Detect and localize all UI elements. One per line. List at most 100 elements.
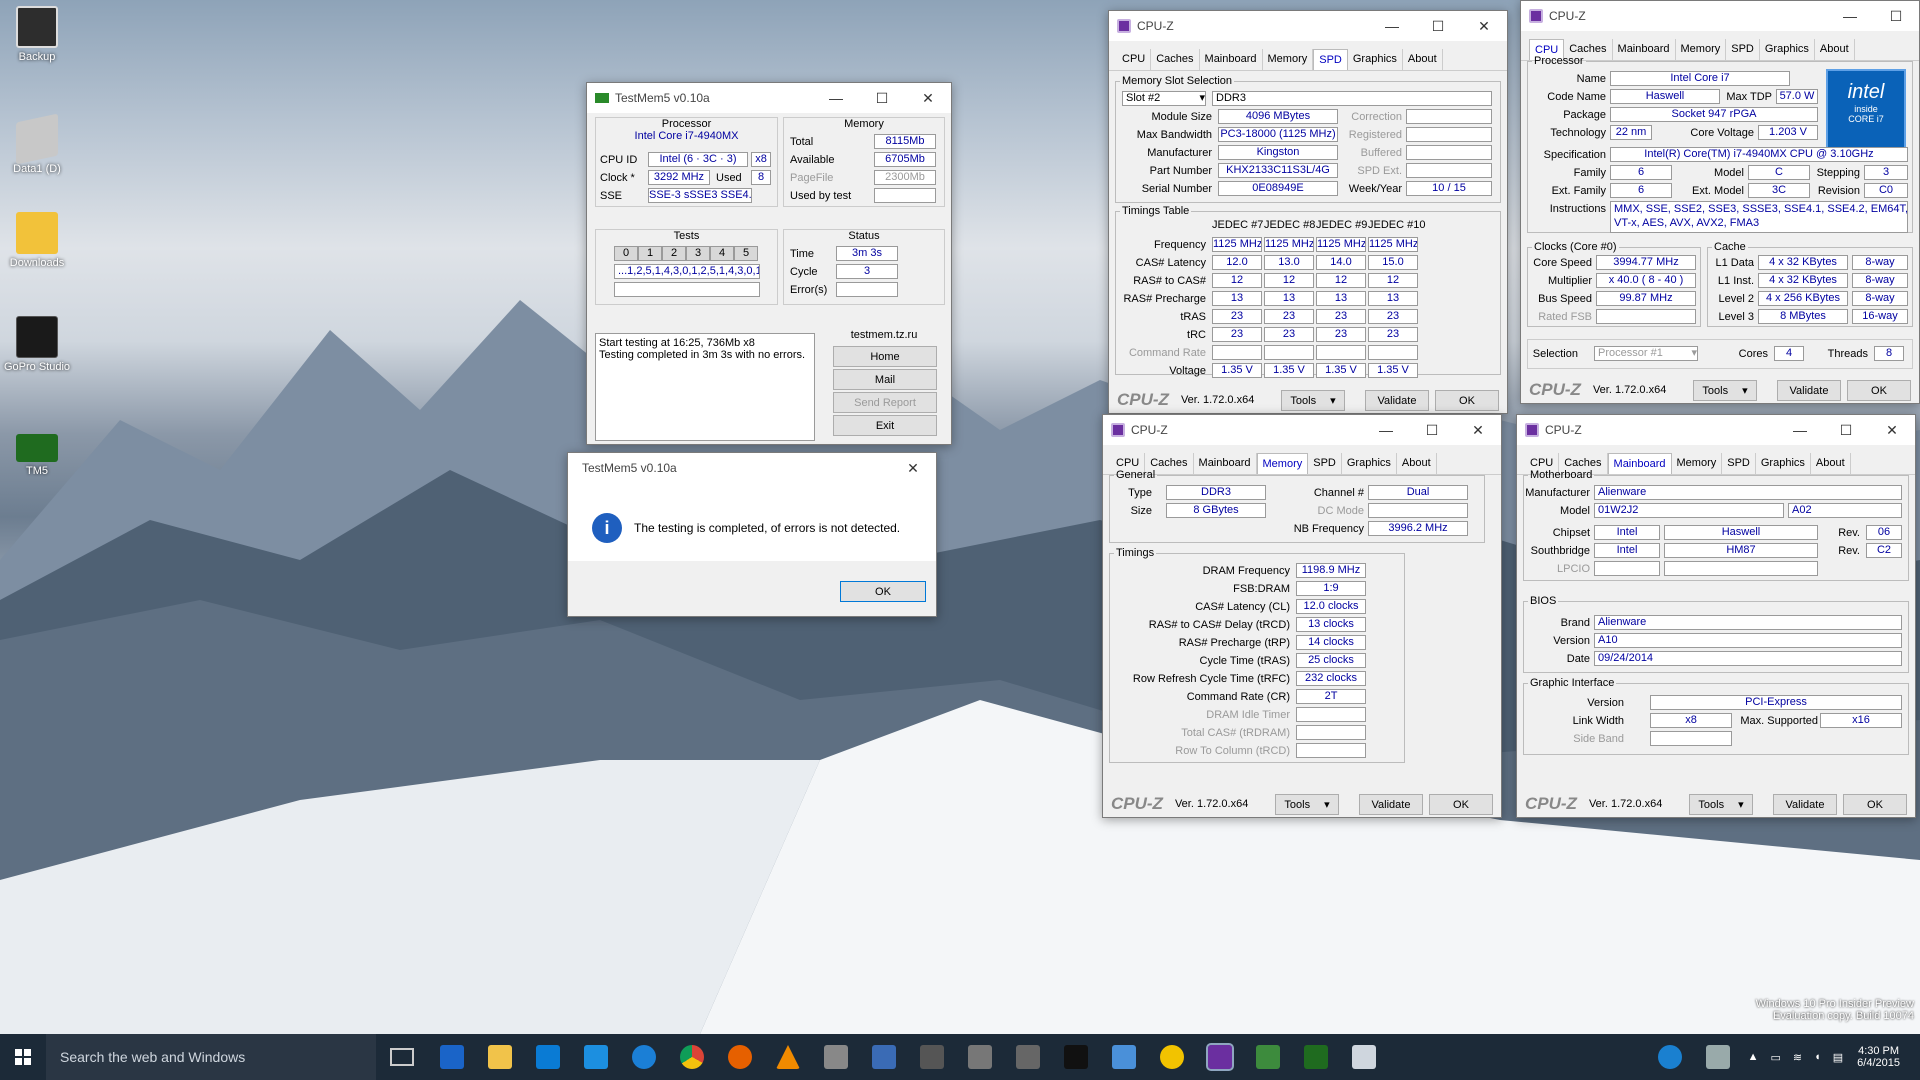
- validate-button[interactable]: Validate: [1359, 794, 1423, 815]
- app-icon[interactable]: [968, 1045, 992, 1069]
- cpuz-app-icon: [1525, 423, 1539, 437]
- spd-cell: 1.35 V: [1212, 363, 1262, 378]
- firefox-icon[interactable]: [728, 1045, 752, 1069]
- desktop-icon-tm5[interactable]: TM5: [0, 424, 74, 477]
- maximize-icon[interactable]: ☐: [1873, 1, 1919, 31]
- validate-button[interactable]: Validate: [1365, 390, 1429, 411]
- battery-icon[interactable]: ▭: [1770, 1051, 1780, 1064]
- app-icon[interactable]: [920, 1045, 944, 1069]
- cpuz-titlebar[interactable]: CPU-Z — ☐: [1521, 1, 1919, 31]
- tray-app-icon[interactable]: [1657, 1045, 1682, 1069]
- dialog-titlebar[interactable]: TestMem5 v0.10a ✕: [568, 453, 936, 483]
- volume-icon[interactable]: ◖: [1814, 1051, 1821, 1063]
- ok-button[interactable]: OK: [1429, 794, 1493, 815]
- maximize-icon[interactable]: ☐: [1409, 415, 1455, 445]
- tests-progress: [614, 282, 760, 297]
- chevron-up-icon[interactable]: ▲: [1748, 1051, 1759, 1063]
- ok-button[interactable]: OK: [1843, 794, 1907, 815]
- ok-button[interactable]: OK: [1847, 380, 1911, 401]
- close-icon[interactable]: ✕: [1461, 11, 1507, 41]
- tools-button[interactable]: Tools ▾: [1693, 380, 1757, 401]
- cpuz-taskbar-icon[interactable]: [1206, 1043, 1234, 1071]
- recycle-bin-icon[interactable]: [1705, 1045, 1730, 1069]
- tests-row: 0 1 2 3 4 5: [614, 246, 758, 261]
- desktop-icon-downloads[interactable]: Downloads: [0, 212, 74, 269]
- mem-timing-label: RAS# Precharge (tRP): [1178, 637, 1290, 649]
- app-icon[interactable]: [1352, 1045, 1376, 1069]
- maximize-icon[interactable]: ☐: [1415, 11, 1461, 41]
- ok-button[interactable]: OK: [1435, 390, 1499, 411]
- tab-caches[interactable]: Caches: [1151, 49, 1200, 70]
- wifi-icon[interactable]: ≋: [1793, 1051, 1802, 1064]
- tm-log[interactable]: Start testing at 16:25, 736Mb x8 Testing …: [595, 333, 815, 441]
- send-report-button[interactable]: Send Report: [833, 392, 937, 413]
- close-icon[interactable]: ✕: [1869, 415, 1915, 445]
- maximize-icon[interactable]: ☐: [1823, 415, 1869, 445]
- testmem5-window: TestMem5 v0.10a — ☐ ✕ Processor Intel Core…: [586, 82, 952, 445]
- tm-tests-panel: Tests 0 1 2 3 4 5 ...1,2,5,1,4,3,0,1,2,5…: [595, 229, 778, 305]
- validate-button[interactable]: Validate: [1777, 380, 1841, 401]
- cpuz-mainboard-window: CPU-Z — ☐ ✕ CPU Caches Mainboard Memory SPD Grap…: [1516, 414, 1916, 818]
- desktop-icon-data1[interactable]: Data1 (D): [0, 113, 74, 175]
- jedec-column-header: JEDEC #9: [1316, 219, 1368, 231]
- close-icon[interactable]: ✕: [890, 453, 936, 483]
- app-icon[interactable]: [824, 1045, 848, 1069]
- minimize-icon[interactable]: —: [1369, 11, 1415, 41]
- mail-button[interactable]: Mail: [833, 369, 937, 390]
- spd-cell: 12: [1212, 273, 1262, 288]
- file-explorer-icon[interactable]: [488, 1045, 512, 1069]
- tools-button[interactable]: Tools ▾: [1689, 794, 1753, 815]
- testmem5-titlebar[interactable]: TestMem5 v0.10a — ☐ ✕: [587, 83, 951, 113]
- search-box[interactable]: Search the web and Windows: [46, 1034, 376, 1080]
- minimize-icon[interactable]: —: [813, 83, 859, 113]
- tm5-taskbar-icon[interactable]: [1304, 1045, 1328, 1069]
- app-icon[interactable]: [1160, 1045, 1184, 1069]
- minimize-icon[interactable]: —: [1777, 415, 1823, 445]
- store-icon[interactable]: [536, 1045, 560, 1069]
- tools-button[interactable]: Tools ▾: [1281, 390, 1345, 411]
- exit-button[interactable]: Exit: [833, 415, 937, 436]
- minimize-icon[interactable]: —: [1827, 1, 1873, 31]
- cpuz-titlebar[interactable]: CPU-Z — ☐ ✕: [1103, 415, 1501, 445]
- slot-select[interactable]: Slot #2 ▾: [1122, 91, 1206, 106]
- close-icon[interactable]: ✕: [1455, 415, 1501, 445]
- home-button[interactable]: Home: [833, 346, 937, 367]
- clock[interactable]: 4:30 PM 6/4/2015: [1857, 1045, 1900, 1069]
- tab-memory[interactable]: Memory: [1263, 49, 1314, 70]
- settings-app-icon[interactable]: [440, 1045, 464, 1069]
- x3-app-icon[interactable]: [1016, 1045, 1040, 1069]
- cpuz-titlebar[interactable]: CPU-Z — ☐ ✕: [1109, 11, 1507, 41]
- close-icon[interactable]: ✕: [905, 83, 951, 113]
- validate-button[interactable]: Validate: [1773, 794, 1837, 815]
- tab-mainboard[interactable]: Mainboard: [1200, 49, 1263, 70]
- internet-explorer-icon[interactable]: [632, 1045, 656, 1069]
- spd-cell: 1.35 V: [1264, 363, 1314, 378]
- network-app-icon[interactable]: [584, 1045, 608, 1069]
- spd-cell: 13: [1264, 291, 1314, 306]
- spd-timings-group: Timings Table JEDEC #7 JEDEC #8 JEDEC #9 JE…: [1115, 205, 1501, 378]
- minimize-icon[interactable]: —: [1363, 415, 1409, 445]
- app-icon[interactable]: [1256, 1045, 1280, 1069]
- mem-timing-value: [1296, 725, 1366, 740]
- gopro-taskbar-icon[interactable]: [1064, 1045, 1088, 1069]
- chrome-icon[interactable]: [680, 1045, 704, 1069]
- maximize-icon[interactable]: ☐: [859, 83, 905, 113]
- tab-about[interactable]: About: [1403, 49, 1443, 70]
- tools-button[interactable]: Tools ▾: [1275, 794, 1339, 815]
- vlc-icon[interactable]: [776, 1045, 800, 1069]
- task-view-icon[interactable]: [390, 1048, 414, 1066]
- chevron-down-icon: ▾: [1738, 799, 1744, 811]
- app-icon[interactable]: [1112, 1045, 1136, 1069]
- tab-cpu[interactable]: CPU: [1117, 49, 1152, 70]
- app-icon[interactable]: [872, 1045, 896, 1069]
- tab-spd[interactable]: SPD: [1313, 49, 1348, 70]
- processor-select[interactable]: Processor #1 ▾: [1594, 346, 1698, 361]
- tab-graphics[interactable]: Graphics: [1348, 49, 1403, 70]
- desktop-icon-backup[interactable]: Backup: [0, 6, 74, 63]
- cpuz-titlebar[interactable]: CPU-Z — ☐ ✕: [1517, 415, 1915, 445]
- notifications-icon[interactable]: ▤: [1833, 1051, 1843, 1064]
- cpu-clocks-group: Clocks (Core #0) Core Speed 3994.77 MHz M…: [1527, 241, 1701, 327]
- desktop-icon-gopro[interactable]: GoPro Studio: [0, 316, 74, 373]
- dialog-ok-button[interactable]: OK: [840, 581, 926, 602]
- start-button[interactable]: [0, 1034, 46, 1080]
